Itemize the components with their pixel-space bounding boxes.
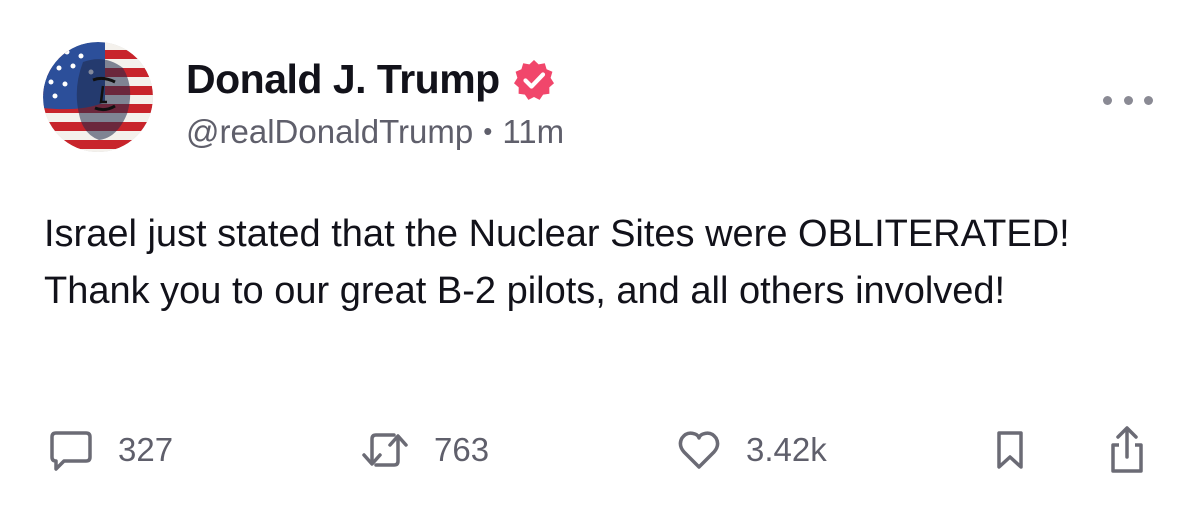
- bookmark-button[interactable]: [992, 420, 1028, 480]
- post-text: Israel just stated that the Nuclear Site…: [44, 213, 1070, 312]
- post-card: Donald J. Trump @realDonaldTrump • 11m Isr…: [0, 0, 1200, 513]
- handle-row: @realDonaldTrump • 11m: [186, 113, 564, 151]
- more-options-icon: [1144, 95, 1153, 105]
- more-options-icon: [1103, 95, 1112, 105]
- more-options-icon: [1123, 95, 1133, 105]
- repost-count: 763: [434, 431, 490, 468]
- reply-count: 327: [118, 431, 174, 468]
- more-options-button[interactable]: [1103, 85, 1153, 115]
- share-icon: [1111, 426, 1143, 473]
- reply-button[interactable]: 327: [48, 420, 173, 480]
- heart-icon: [678, 431, 720, 469]
- separator-dot: •: [483, 116, 493, 146]
- repost-button[interactable]: 763: [360, 420, 489, 480]
- action-bar: 327 763 3.42k: [0, 420, 1200, 480]
- display-name[interactable]: Donald J. Trump: [186, 56, 500, 103]
- flag-portrait-image: [43, 42, 153, 152]
- repost-icon: [362, 433, 408, 467]
- like-count: 3.42k: [746, 431, 827, 468]
- reply-bubble-icon: [50, 431, 92, 471]
- share-button[interactable]: [1106, 420, 1148, 480]
- handle[interactable]: @realDonaldTrump: [186, 113, 473, 150]
- timestamp[interactable]: 11m: [502, 113, 564, 150]
- verified-badge-icon: [512, 58, 556, 102]
- avatar[interactable]: [43, 42, 153, 152]
- bookmark-icon: [997, 431, 1023, 469]
- like-button[interactable]: 3.42k: [676, 420, 827, 480]
- display-name-row[interactable]: Donald J. Trump: [186, 56, 556, 103]
